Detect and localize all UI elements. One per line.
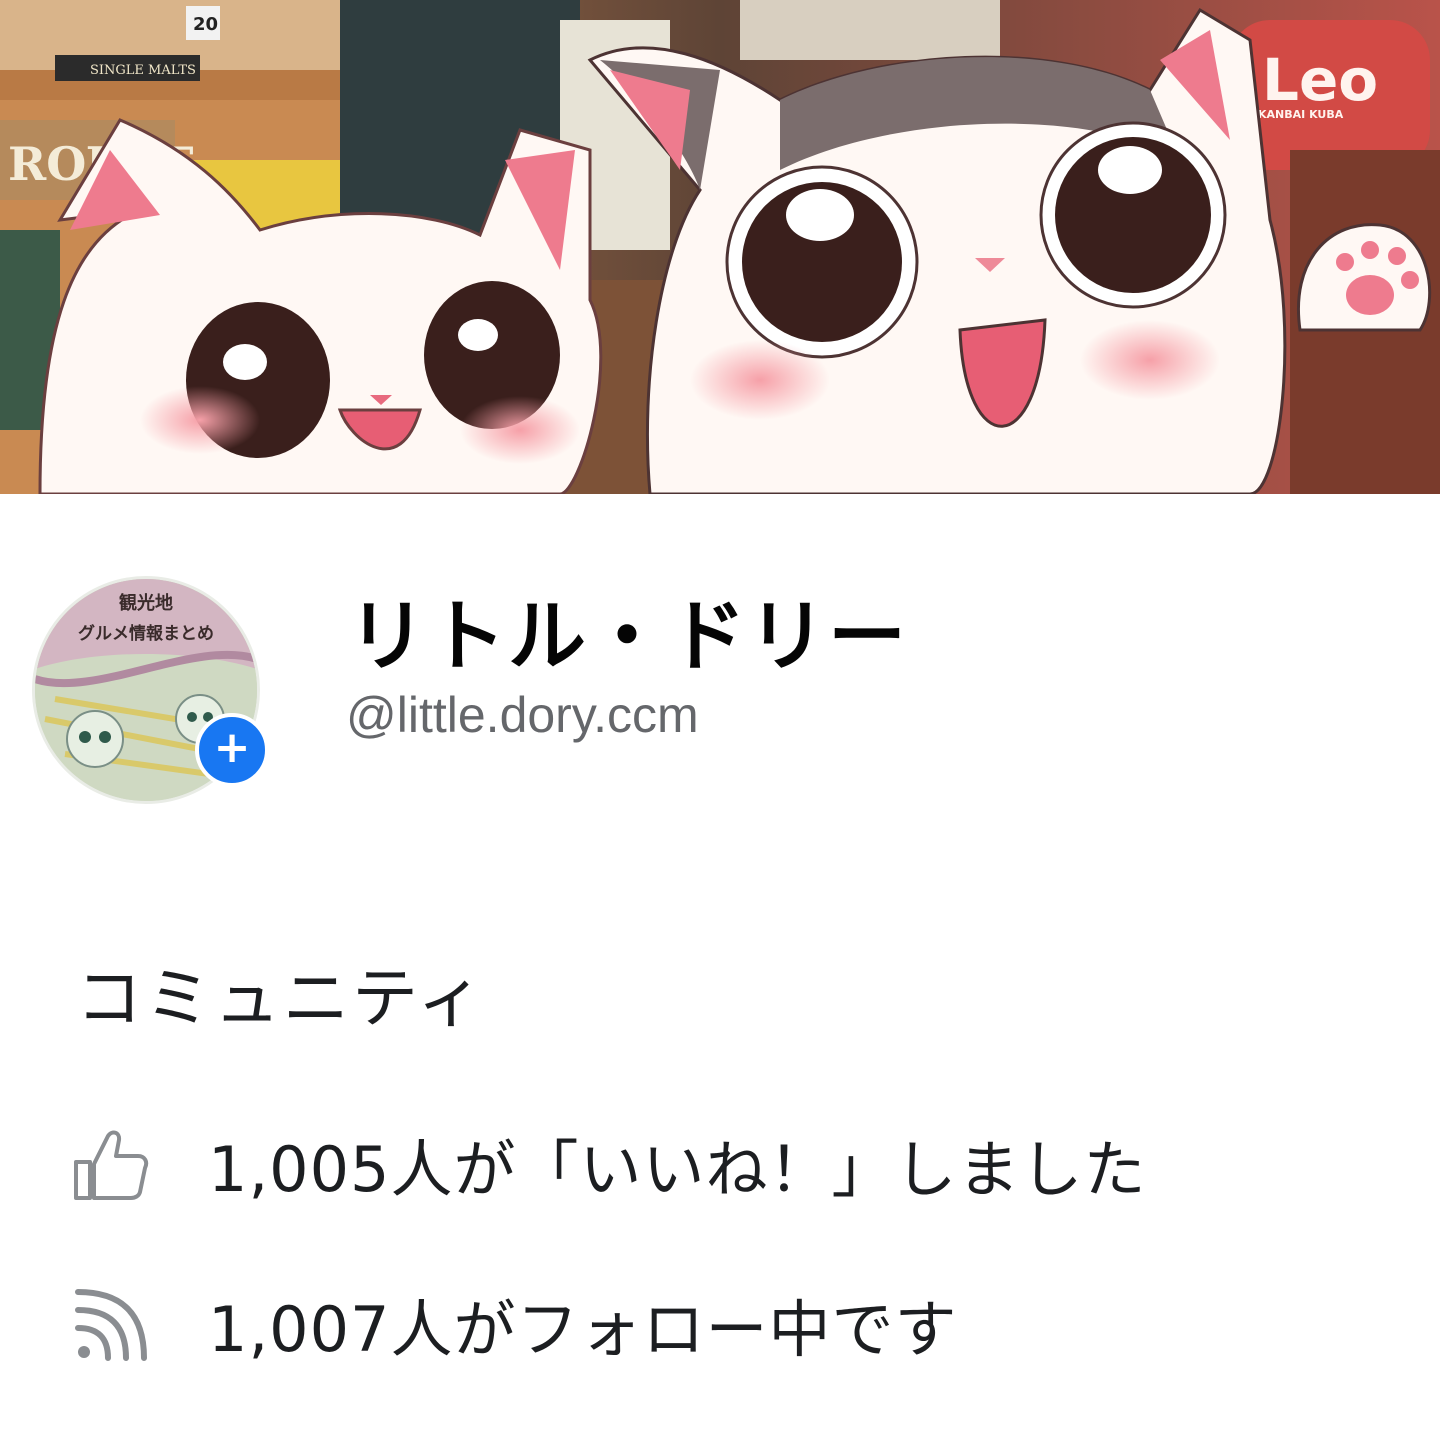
avatar-caption-line1: 観光地 <box>119 592 173 614</box>
logo-text: Leo <box>1262 46 1378 114</box>
logo-subtext: KANBAI KUBA <box>1258 108 1344 121</box>
badge-number-text: 20 <box>193 14 218 35</box>
thumbs-up-icon <box>70 1124 150 1204</box>
likes-row: 1,005人が「いいね！」しました <box>70 1122 1147 1206</box>
rss-feed-icon <box>70 1284 150 1364</box>
cover-photo[interactable]: ROUTE SINGLE MALTS 20 Leo KANBAI KUBA <box>0 0 1440 494</box>
page-handle: @little.dory.ccm <box>346 687 699 743</box>
likes-count-text: 1,005人が「いいね！」しました <box>208 1133 1147 1206</box>
followers-count-text: 1,007人がフォロー中です <box>208 1293 958 1366</box>
box-label-text: SINGLE MALTS <box>90 63 196 78</box>
avatar-caption-line2: グルメ情報まとめ <box>78 623 214 644</box>
followers-row: 1,007人がフォロー中です <box>70 1282 958 1366</box>
page-title: リトル・ドリー <box>348 592 909 682</box>
add-profile-button[interactable]: + <box>195 713 269 787</box>
plus-icon: + <box>213 722 251 773</box>
community-title: コミュニティ <box>76 960 487 1037</box>
